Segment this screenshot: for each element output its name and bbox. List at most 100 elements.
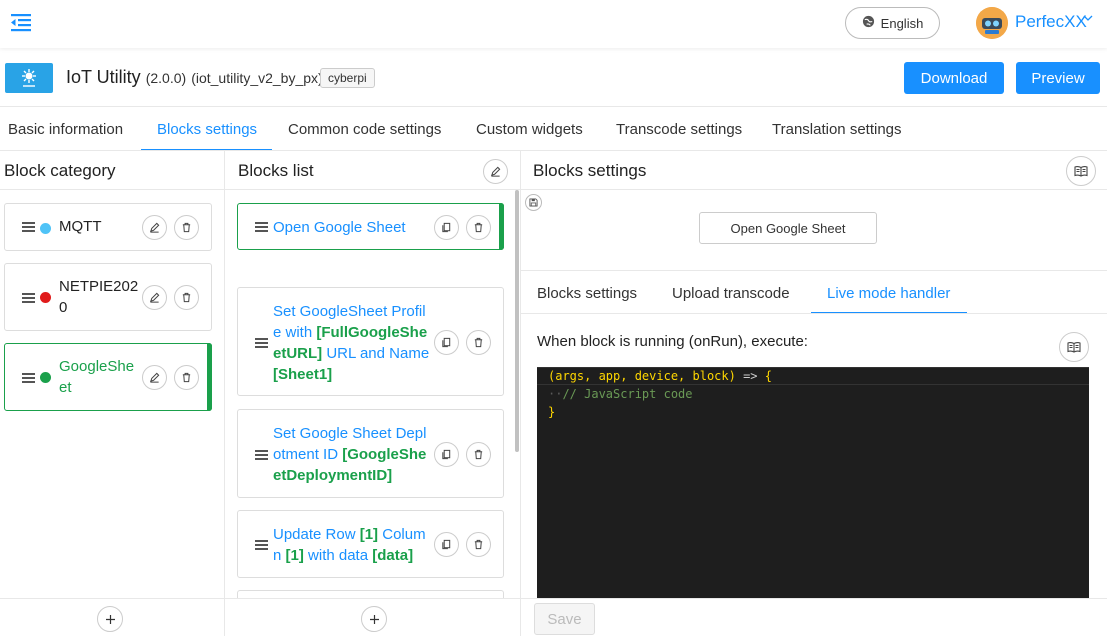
drag-handle-icon[interactable] [255,540,268,550]
block-param: [GoogleShe [342,446,427,463]
block-param: etURL] [273,345,323,362]
edit-icon[interactable] [483,159,508,184]
drag-handle-icon[interactable] [22,373,35,383]
edit-icon[interactable] [142,365,167,390]
block-item-set-profile[interactable]: Set GoogleSheet Profil e with [FullGoogl… [237,287,504,396]
block-label: Set GoogleSheet Profil e with [FullGoogl… [273,301,433,385]
category-item-netpie2020[interactable]: NETPIE202 0 [4,263,212,331]
download-button[interactable]: Download [904,62,1004,94]
save-button[interactable]: Save [534,603,595,635]
book-icon[interactable] [1059,332,1089,362]
copy-icon[interactable] [434,532,459,557]
drag-handle-icon[interactable] [255,450,268,460]
tab-common-code-settings[interactable]: Common code settings [288,121,441,138]
delete-icon[interactable] [466,442,491,467]
save-icon[interactable] [525,194,542,211]
edit-icon[interactable] [142,215,167,240]
block-item-update-row[interactable]: Update Row [1] Colum n [1] with data [da… [237,510,504,578]
active-indicator [499,203,504,250]
copy-icon[interactable] [434,215,459,240]
block-item-set-deployment[interactable]: Set Google Sheet Depl otment ID [GoogleS… [237,409,504,498]
device-tag: cyberpi [320,68,375,88]
block-text: Update Row [273,526,360,543]
code-line-3: } [548,403,555,421]
category-item-mqtt[interactable]: MQTT [4,203,212,251]
block-text: n [273,547,286,564]
panel-divider [225,189,520,190]
extension-logo-icon [5,63,53,93]
blocks-panel-title: Blocks list [238,161,314,180]
sub-tabs-divider [521,313,1107,314]
category-label-line2: et [59,379,72,396]
block-item-open-sheet[interactable]: Open Google Sheet [237,203,504,250]
extension-name: IoT Utility [66,67,141,87]
tab-translation-settings[interactable]: Translation settings [772,121,902,138]
code-line-1: (args, app, device, block) => { [548,367,772,385]
delete-icon[interactable] [174,285,199,310]
block-text: Set GoogleSheet Profil [273,303,426,320]
tab-blocks-settings[interactable]: Blocks settings [157,121,257,138]
drag-handle-icon[interactable] [22,293,35,303]
block-param: [Sheet1] [273,366,333,383]
category-item-googlesheet[interactable]: GoogleShe et [4,343,212,411]
tabs-divider [0,150,1107,151]
block-preview-button[interactable]: Open Google Sheet [699,212,877,244]
avatar[interactable] [976,7,1008,39]
block-param: etDeploymentID] [273,467,393,484]
block-param: [data] [372,547,414,564]
block-param: [1] [359,526,379,543]
block-text: with data [303,547,373,564]
sub-tabs-top-divider [521,270,1107,271]
delete-icon[interactable] [466,215,491,240]
user-name[interactable]: PerfecXX [1015,12,1087,32]
category-label-line1: GoogleShe [59,358,135,375]
code-editor[interactable]: (args, app, device, block) => { ··// Jav… [537,367,1089,598]
globe-icon [862,15,875,31]
delete-icon[interactable] [174,365,199,390]
active-indicator [207,343,212,411]
menu-toggle-icon[interactable] [9,10,33,34]
block-text: Open Google Sheet [273,219,406,236]
code-line-2: ··// JavaScript code [548,385,693,403]
add-block-button[interactable] [361,606,387,632]
language-switch-button[interactable]: English [845,7,940,39]
subtab-upload-transcode[interactable]: Upload transcode [672,285,790,302]
code-close-brace: } [548,405,556,419]
code-open-brace: { [764,369,772,383]
add-category-button[interactable] [97,606,123,632]
edit-icon[interactable] [142,285,167,310]
copy-icon[interactable] [434,442,459,467]
category-label: MQTT [59,218,102,235]
preview-button[interactable]: Preview [1016,62,1100,94]
category-color-dot [40,292,51,303]
copy-icon[interactable] [434,330,459,355]
tab-basic-information[interactable]: Basic information [8,121,123,138]
code-arrow: => [735,369,765,383]
scrollbar[interactable] [515,190,519,452]
column-divider [520,151,521,636]
block-text: Colum [378,526,426,543]
tab-transcode-settings[interactable]: Transcode settings [616,121,742,138]
drag-handle-icon[interactable] [22,222,35,232]
block-label: Set Google Sheet Depl otment ID [GoogleS… [273,423,433,486]
footer-divider [521,598,1107,599]
settings-panel-title: Blocks settings [533,161,647,180]
extension-version: (2.0.0) [145,70,187,86]
drag-handle-icon[interactable] [255,222,268,232]
code-comment: // JavaScript code [562,387,693,401]
delete-icon[interactable] [466,330,491,355]
book-icon[interactable] [1066,156,1096,186]
indent-guide: ·· [548,387,563,401]
block-param: [1] [285,547,304,564]
block-text: URL and Name [322,345,430,362]
subtab-blocks-settings[interactable]: Blocks settings [537,285,637,302]
delete-icon[interactable] [174,215,199,240]
header-divider [0,106,1107,107]
chevron-down-icon[interactable] [1083,12,1093,26]
delete-icon[interactable] [466,532,491,557]
drag-handle-icon[interactable] [255,338,268,348]
tab-custom-widgets[interactable]: Custom widgets [476,121,583,138]
panel-divider [521,189,1107,190]
block-param: [FullGoogleShe [316,324,428,341]
subtab-live-mode-handler[interactable]: Live mode handler [827,285,950,302]
